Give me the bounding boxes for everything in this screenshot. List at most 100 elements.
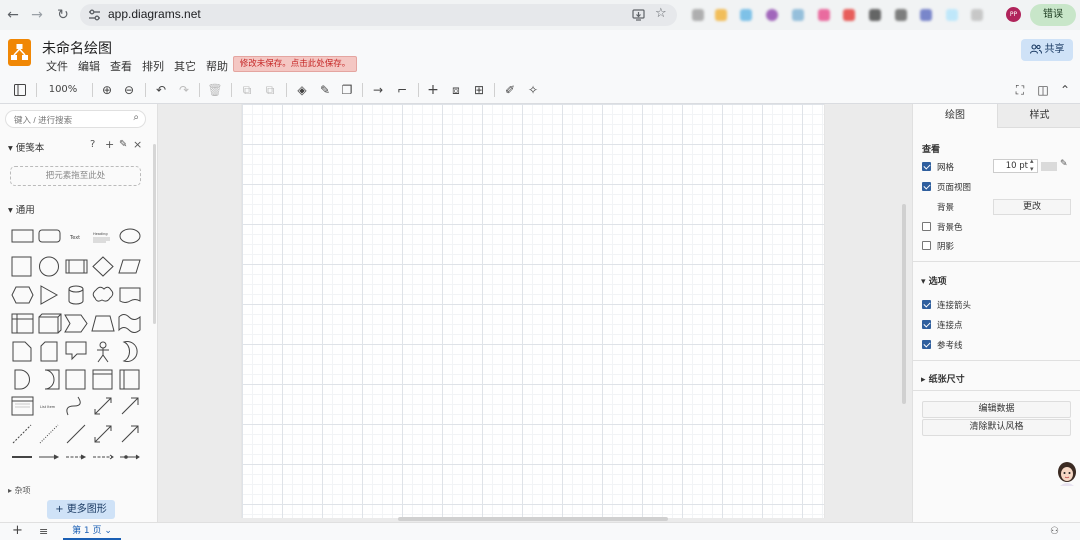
extension-icon[interactable]	[715, 9, 727, 21]
edit-data-button[interactable]: 编辑数据	[922, 401, 1071, 418]
extension-icon[interactable]	[792, 9, 804, 21]
waypoints-icon[interactable]: ⌐	[394, 81, 410, 99]
shadow-checkbox[interactable]	[922, 241, 931, 250]
line-color-icon[interactable]: ✎	[317, 81, 333, 99]
site-settings-icon[interactable]	[88, 9, 101, 21]
add-page-icon[interactable]: +	[12, 524, 23, 538]
redo-icon[interactable]: ↷	[176, 81, 192, 99]
to-front-icon[interactable]: ⧉	[239, 81, 255, 99]
zoom-in-icon[interactable]: ⊕	[99, 81, 115, 99]
document-shape[interactable]	[119, 287, 141, 303]
general-header[interactable]: ▾ 通用	[8, 202, 35, 216]
vertical-container-shape[interactable]	[119, 369, 140, 390]
square-shape[interactable]	[11, 256, 32, 277]
textbox-shape[interactable]: Heading	[93, 232, 110, 243]
page-view-checkbox[interactable]	[922, 182, 931, 191]
to-back-icon[interactable]: ⧉	[262, 81, 278, 99]
menu-view[interactable]: 查看	[110, 58, 132, 74]
extension-icon[interactable]	[692, 9, 704, 21]
internal-storage-shape[interactable]	[11, 313, 34, 334]
delay-shape[interactable]	[14, 369, 30, 390]
search-icon[interactable]: ⌕	[133, 112, 139, 123]
misc-header[interactable]: ▸ 杂项	[8, 485, 31, 496]
association-shape[interactable]	[120, 454, 140, 460]
rounded-rectangle-shape[interactable]	[38, 229, 61, 243]
fullscreen-icon[interactable]: ⛶	[1012, 81, 1028, 99]
process-shape[interactable]	[65, 259, 88, 274]
sidebar-scrollbar[interactable]	[153, 144, 156, 324]
add-icon[interactable]: +	[105, 138, 114, 151]
actor-shape[interactable]	[97, 341, 109, 363]
connection-arrows-checkbox[interactable]	[922, 300, 931, 309]
document-title[interactable]: 未命名绘图	[42, 38, 112, 58]
pages-menu-icon[interactable]: ≡	[39, 525, 48, 539]
dashed-link-shape[interactable]	[93, 454, 114, 460]
zoom-dropdown[interactable]: 100% ⌄	[44, 81, 82, 113]
circle-shape[interactable]	[39, 256, 59, 277]
menu-edit[interactable]: 编辑	[78, 58, 100, 74]
note-shape[interactable]	[12, 341, 32, 362]
menu-extras[interactable]: 其它	[174, 58, 196, 74]
grid-color-swatch[interactable]	[1041, 162, 1057, 171]
extension-icon[interactable]	[920, 9, 932, 21]
hexagon-shape[interactable]	[11, 286, 34, 304]
tab-style[interactable]: 样式	[997, 104, 1080, 128]
connection-points-checkbox[interactable]	[922, 320, 931, 329]
extension-icon[interactable]	[740, 9, 752, 21]
back-icon[interactable]: ←	[4, 6, 22, 24]
text-shape[interactable]: Text	[69, 235, 80, 241]
guides-checkbox[interactable]	[922, 340, 931, 349]
trapezoid-shape[interactable]	[91, 315, 115, 332]
shape-search[interactable]: ⌕	[5, 110, 146, 128]
container-shape[interactable]	[65, 369, 86, 390]
scratchpad-drop-zone[interactable]: 把元素拖至此处	[10, 166, 141, 186]
extension-icon[interactable]	[766, 9, 778, 21]
menu-arrange[interactable]: 排列	[142, 58, 164, 74]
diamond-shape[interactable]	[92, 256, 114, 277]
dotted-line-shape[interactable]	[39, 424, 59, 444]
swimlane-shape[interactable]	[92, 369, 113, 390]
canvas-vertical-scrollbar[interactable]	[902, 204, 906, 404]
bookmark-star-icon[interactable]: ☆	[655, 6, 667, 21]
insert-icon[interactable]: +	[425, 81, 441, 99]
curve-shape[interactable]	[66, 396, 81, 416]
list-item-shape[interactable]: List Item	[40, 405, 56, 409]
clear-default-style-button[interactable]: 清除默认风格	[922, 419, 1071, 436]
menu-file[interactable]: 文件	[46, 58, 68, 74]
extension-icon[interactable]	[818, 9, 830, 21]
step-shape[interactable]	[64, 314, 88, 333]
data-storage-shape[interactable]	[44, 369, 60, 390]
share-button[interactable]: 共享	[1021, 39, 1073, 61]
bidirectional-arrow-shape[interactable]	[94, 397, 112, 415]
close-icon[interactable]: ×	[133, 138, 142, 151]
address-bar[interactable]: app.diagrams.net ☆	[80, 4, 677, 26]
shape-search-input[interactable]	[14, 113, 124, 126]
options-section-header[interactable]: ▾ 选项	[921, 274, 947, 287]
freehand-icon[interactable]: ✐	[502, 81, 518, 99]
change-background-button[interactable]: 更改	[993, 199, 1071, 215]
triangle-shape[interactable]	[40, 285, 59, 305]
more-shapes-button[interactable]: + 更多图形	[47, 500, 115, 519]
bidirectional-connector-shape[interactable]	[94, 425, 112, 443]
card-shape[interactable]	[40, 341, 58, 362]
paper-size-section-header[interactable]: ▸ 纸张尺寸	[921, 372, 965, 385]
cloud-shape[interactable]	[92, 286, 114, 302]
grid-checkbox[interactable]	[922, 162, 931, 171]
forward-icon[interactable]: →	[28, 6, 46, 24]
zoom-out-icon[interactable]: ⊖	[121, 81, 137, 99]
profile-avatar[interactable]: PP	[1006, 7, 1021, 22]
cube-shape[interactable]	[38, 313, 62, 334]
directional-connector-shape[interactable]	[121, 425, 139, 443]
tab-diagram[interactable]: 绘图	[913, 104, 997, 128]
fill-color-icon[interactable]: ◈	[294, 81, 310, 99]
callout-shape[interactable]	[65, 341, 87, 361]
delete-icon[interactable]: 🗑	[207, 81, 223, 99]
format-panel-toggle-icon[interactable]	[12, 81, 28, 99]
rectangle-shape[interactable]	[11, 229, 34, 243]
shadow-icon[interactable]: ❐	[339, 81, 355, 99]
reload-icon[interactable]: ↻	[54, 6, 72, 24]
dashed-arrow-shape[interactable]	[66, 454, 87, 460]
extension-icon[interactable]	[895, 9, 907, 21]
collapse-icon[interactable]: ⌃	[1058, 81, 1072, 99]
stepper-arrows-icon[interactable]: ▴ ▾	[1030, 157, 1034, 173]
